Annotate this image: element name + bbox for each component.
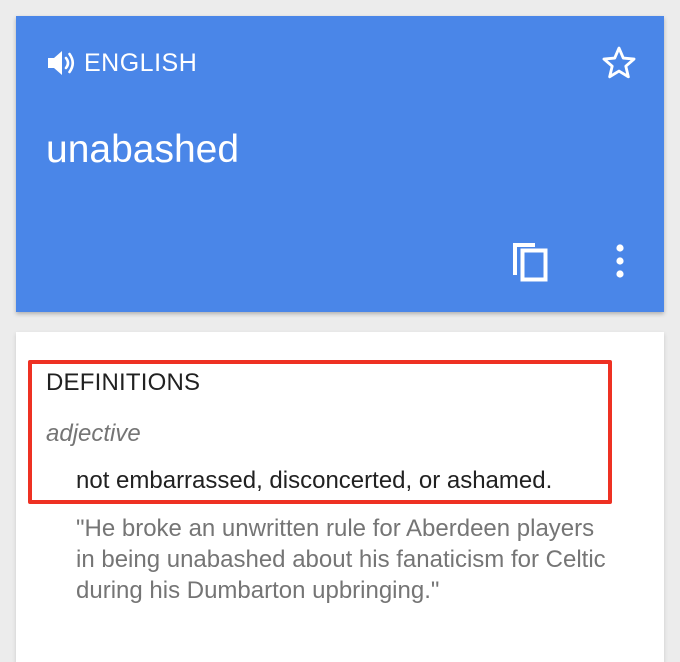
language-row[interactable]: ENGLISH: [46, 46, 197, 80]
part-of-speech: adjective: [46, 420, 141, 447]
source-word: unabashed: [46, 128, 240, 171]
definitions-card: DEFINITIONS adjective not embarrassed, d…: [16, 332, 664, 662]
star-outline-icon[interactable]: [600, 44, 638, 82]
source-language-label[interactable]: ENGLISH: [84, 49, 197, 78]
more-vert-icon[interactable]: [610, 242, 630, 282]
copy-icon[interactable]: [509, 239, 549, 283]
definitions-heading: DEFINITIONS: [46, 369, 201, 396]
translation-card: ENGLISH unabashed: [16, 16, 664, 312]
example-sentence: "He broke an unwritten rule for Aberdeen…: [76, 515, 606, 604]
definition-text: not embarrassed, disconcerted, or ashame…: [76, 467, 553, 494]
speaker-icon[interactable]: [46, 49, 76, 77]
